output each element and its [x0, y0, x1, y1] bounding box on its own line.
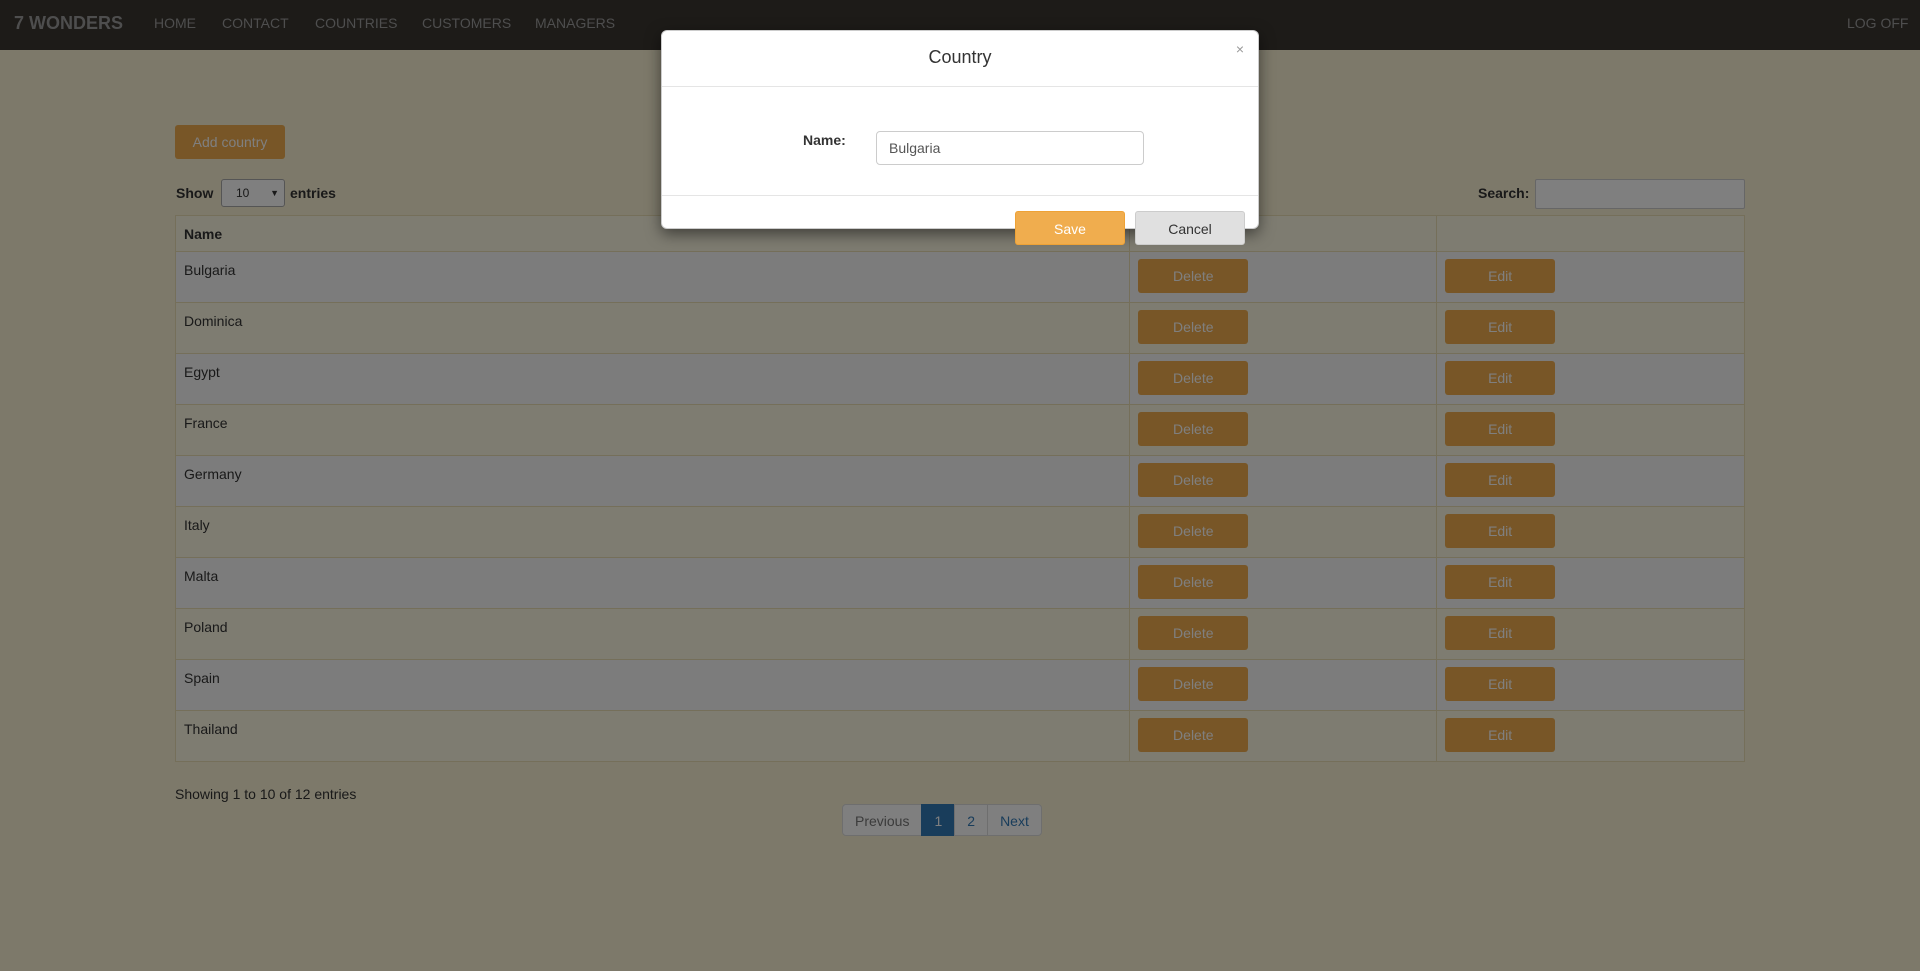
country-modal: Country × Name: Save Cancel: [661, 30, 1259, 245]
cancel-button[interactable]: Cancel: [1135, 211, 1245, 245]
close-icon[interactable]: ×: [1236, 41, 1244, 57]
modal-header: Country ×: [662, 31, 1258, 87]
modal-body: Name:: [662, 86, 1258, 195]
name-label: Name:: [803, 132, 846, 148]
save-button[interactable]: Save: [1015, 211, 1125, 245]
name-input[interactable]: [876, 131, 1144, 165]
modal-title: Country: [928, 47, 992, 67]
modal-footer: [662, 195, 1258, 196]
